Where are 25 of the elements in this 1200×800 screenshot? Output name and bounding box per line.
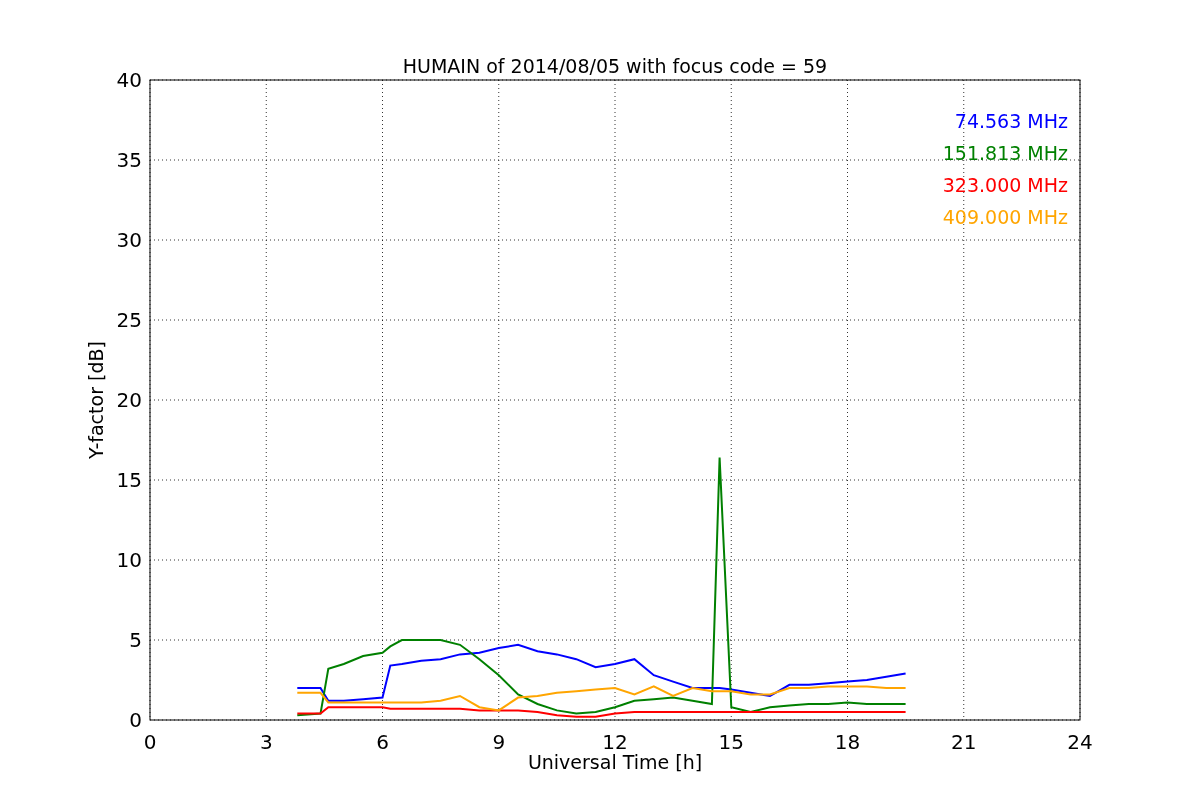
y-tick-label: 15	[116, 468, 142, 492]
y-tick-label: 40	[116, 68, 142, 92]
x-tick-label: 6	[376, 730, 389, 754]
x-tick-label: 21	[951, 730, 977, 754]
legend-label: 74.563 MHz	[954, 110, 1068, 132]
legend-label: 151.813 MHz	[942, 142, 1068, 164]
chart-title: HUMAIN of 2014/08/05 with focus code = 59	[402, 55, 828, 77]
y-tick-label: 30	[116, 228, 142, 252]
y-tick-label: 5	[129, 628, 142, 652]
x-tick-label: 3	[259, 730, 273, 754]
x-tick-label: 18	[834, 730, 861, 754]
x-tick-label: 12	[602, 730, 628, 754]
y-tick-label: 20	[116, 388, 142, 412]
x-tick-label: 24	[1067, 730, 1093, 754]
y-tick-label: 10	[116, 548, 142, 572]
legend-label: 409.000 MHz	[942, 206, 1068, 228]
y-axis-label: Y-factor [dB]	[85, 341, 107, 459]
y-tick-label: 35	[116, 148, 142, 172]
y-tick-label: 25	[116, 308, 142, 332]
x-tick-label: 15	[718, 730, 744, 754]
legend-label: 323.000 MHz	[942, 174, 1068, 196]
x-axis-label: Universal Time [h]	[527, 751, 703, 773]
x-tick-label: 0	[143, 730, 157, 754]
x-tick-label: 9	[492, 730, 506, 754]
y-tick-label: 0	[129, 708, 142, 732]
